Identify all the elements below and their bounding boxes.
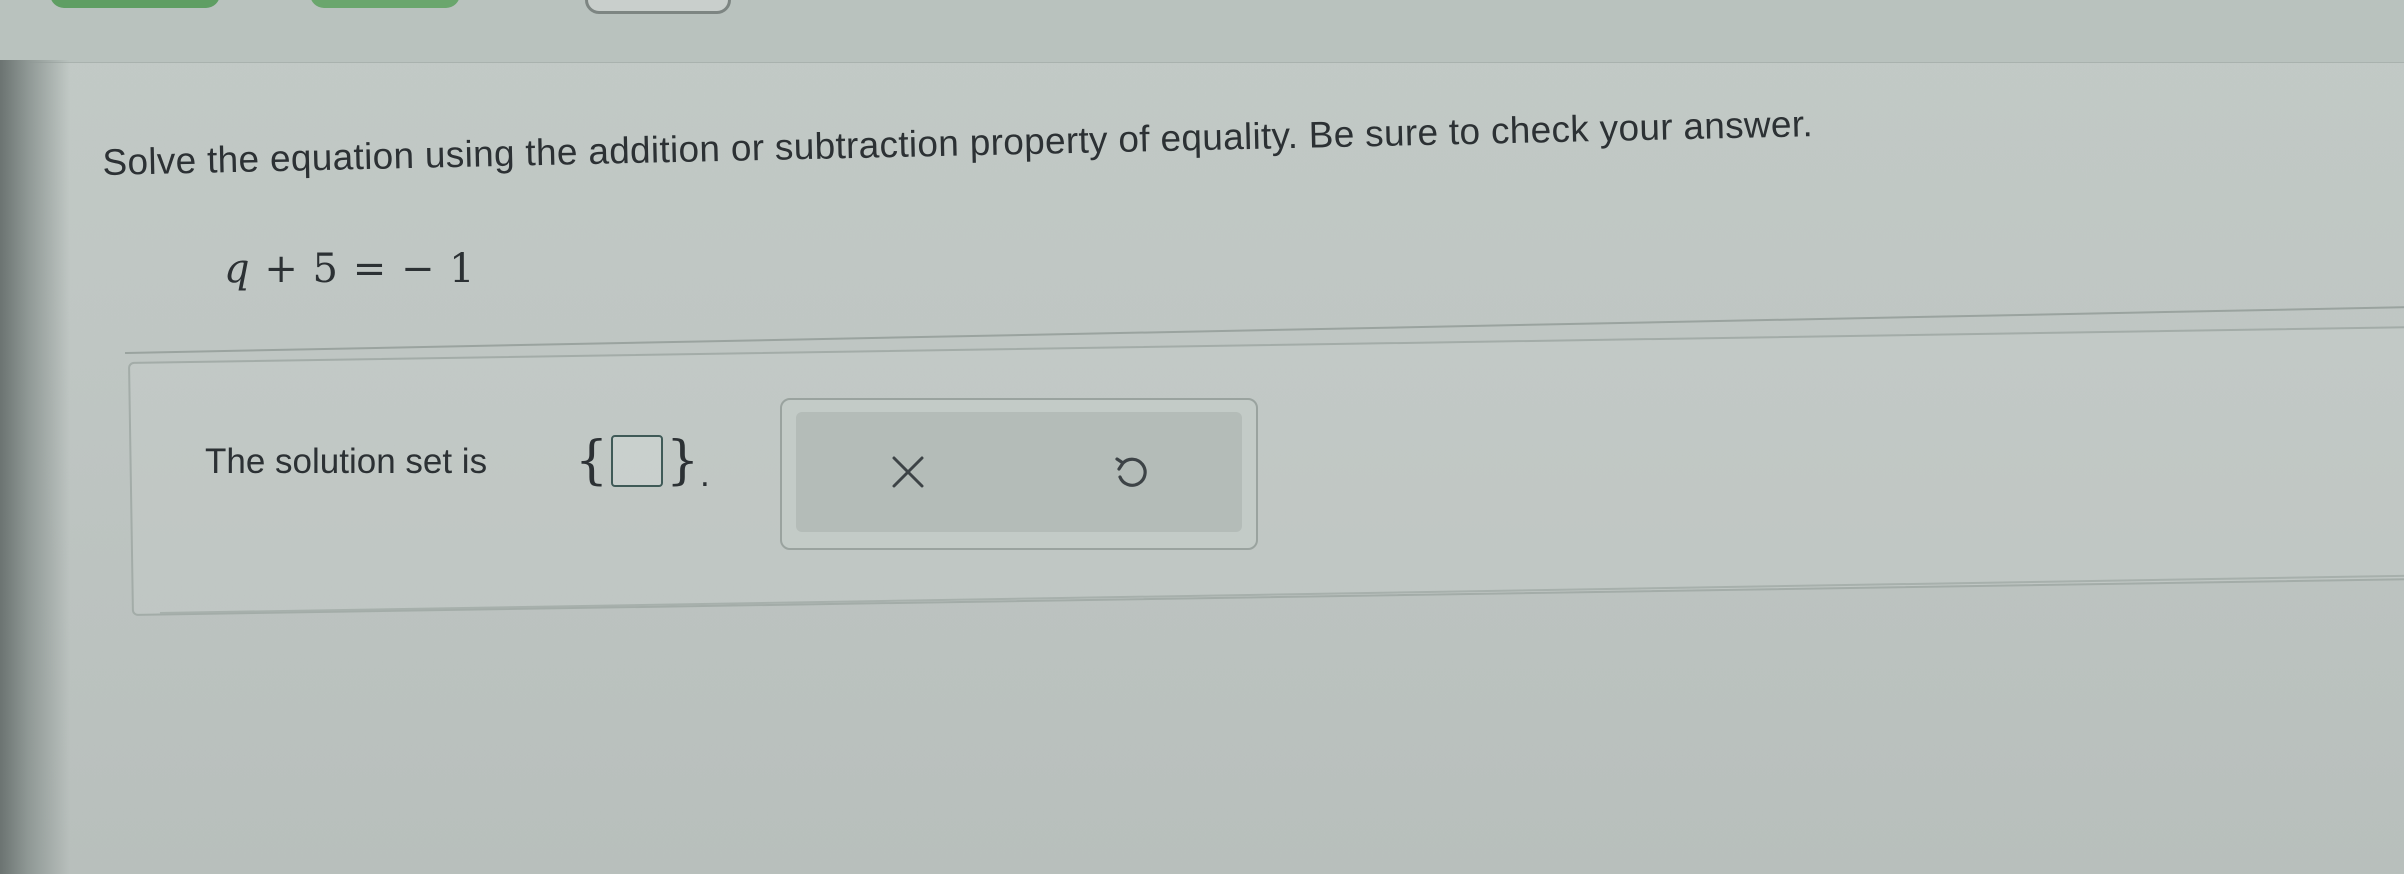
solution-set-label: The solution set is — [205, 442, 488, 481]
question-instruction: Solve the equation using the addition or… — [102, 103, 1814, 183]
outlined-tab-button[interactable] — [585, 0, 731, 14]
equation-variable: q — [224, 246, 251, 292]
undo-icon — [1110, 451, 1152, 493]
equation-expression: + 5 = − 1 — [264, 246, 476, 292]
top-toolbar-strip — [0, 0, 2404, 63]
action-button-group — [796, 412, 1242, 532]
open-brace: { — [575, 431, 609, 491]
equation: q + 5 = − 1 — [224, 246, 476, 292]
close-brace: } — [666, 431, 700, 491]
close-icon — [888, 452, 928, 492]
solution-set-input: { } — [575, 430, 699, 492]
sentence-period: . — [700, 455, 710, 494]
screen-edge-shadow — [0, 60, 70, 874]
clear-button[interactable] — [873, 437, 943, 507]
undo-button[interactable] — [1096, 437, 1166, 507]
answer-input-box[interactable] — [611, 435, 664, 487]
green-tab-button[interactable] — [310, 0, 460, 8]
green-tab-button[interactable] — [50, 0, 220, 8]
answer-action-tray — [780, 398, 1258, 550]
